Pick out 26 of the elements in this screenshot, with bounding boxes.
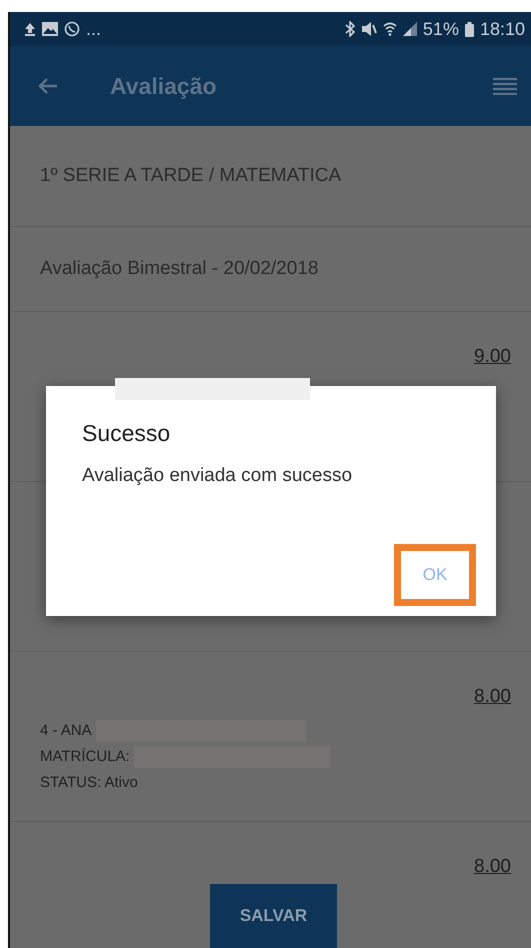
dialog-message: Avaliação enviada com sucesso xyxy=(82,465,354,487)
clock: 18:10 xyxy=(480,18,525,40)
grade-link[interactable]: 8.00 xyxy=(474,856,511,878)
battery-icon xyxy=(464,22,474,36)
image-icon xyxy=(42,22,58,36)
screen-title: Avaliação xyxy=(110,72,218,100)
registration-label: MATRÍCULA: xyxy=(40,746,130,766)
student-status: STATUS: Ativo xyxy=(40,772,138,792)
chat-icon xyxy=(64,21,80,37)
assessment-heading: Avaliação Bimestral - 20/02/2018 xyxy=(10,227,531,312)
battery-percentage: 51% xyxy=(422,18,459,40)
dialog-title: Sucesso xyxy=(82,420,172,447)
grade-link[interactable]: 8.00 xyxy=(474,686,511,708)
ok-button[interactable]: OK xyxy=(394,544,476,606)
upload-icon xyxy=(24,22,36,36)
bluetooth-icon xyxy=(344,21,355,37)
back-arrow-icon[interactable] xyxy=(38,77,58,95)
notification-overflow: ... xyxy=(86,18,102,40)
save-button[interactable]: SALVAR xyxy=(210,884,337,948)
wifi-icon xyxy=(382,22,397,36)
class-heading: 1º SERIE A TARDE / MATEMATICA xyxy=(10,126,531,227)
list-menu-icon[interactable] xyxy=(493,77,517,95)
mute-icon xyxy=(360,22,377,36)
grade-link[interactable]: 9.00 xyxy=(474,346,511,368)
signal-icon xyxy=(402,22,417,36)
student-name: 4 - ANA xyxy=(40,720,92,740)
